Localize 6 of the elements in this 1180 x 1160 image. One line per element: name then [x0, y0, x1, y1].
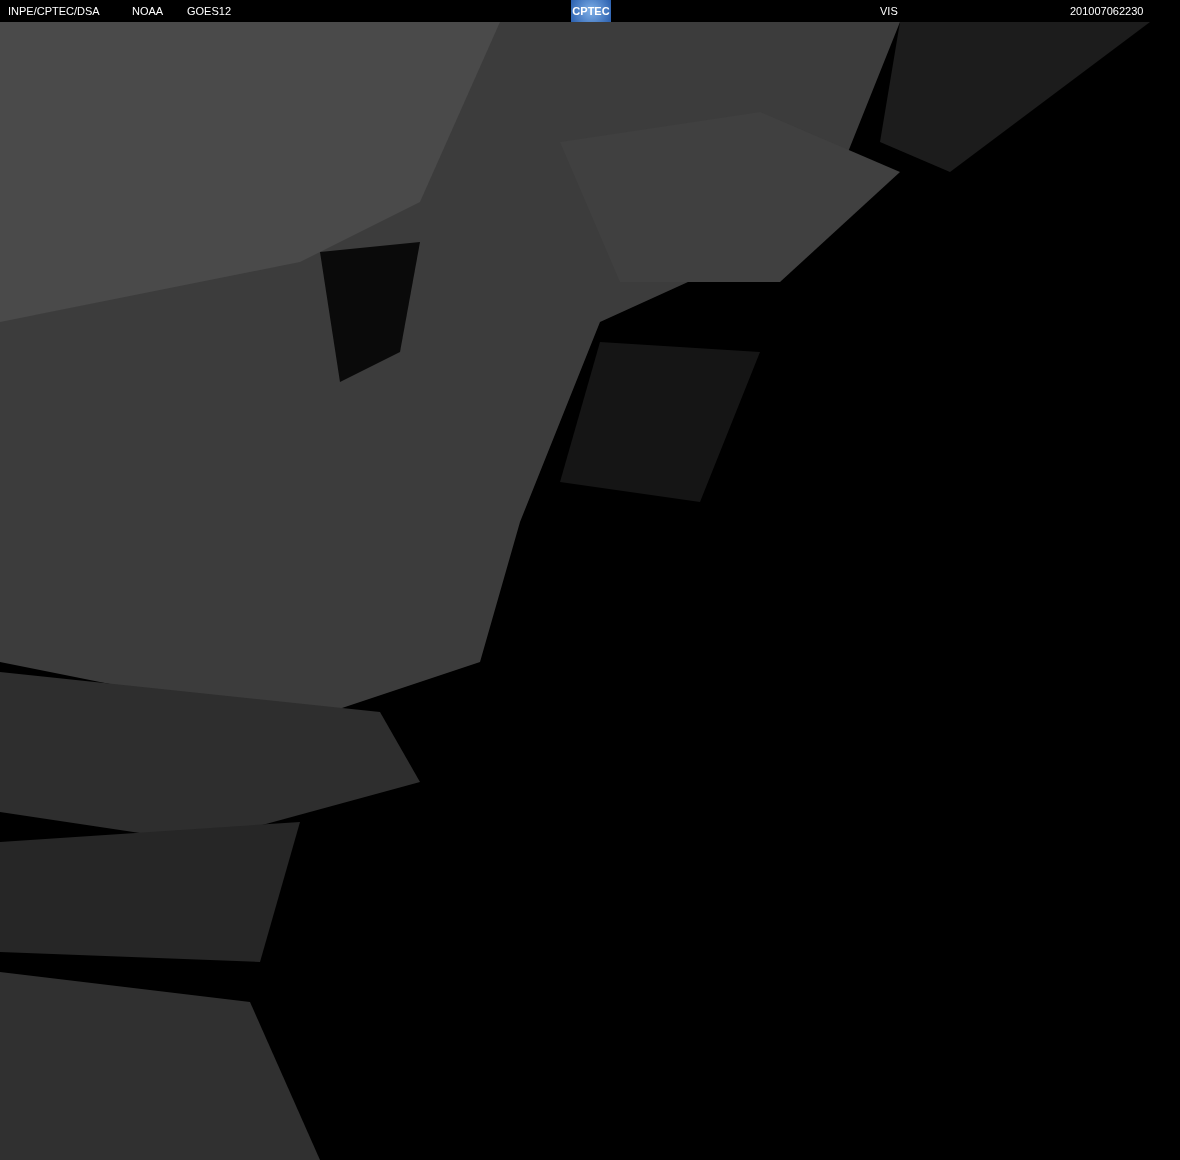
channel-label: VIS [880, 3, 899, 19]
source-label: INPE/CPTEC/DSA [8, 3, 101, 19]
logo: CPTEC [571, 0, 611, 22]
agency-label: NOAA [132, 3, 165, 19]
timestamp-label: 201007062230 [1070, 3, 1144, 19]
satellite-label: GOES12 [187, 3, 233, 19]
